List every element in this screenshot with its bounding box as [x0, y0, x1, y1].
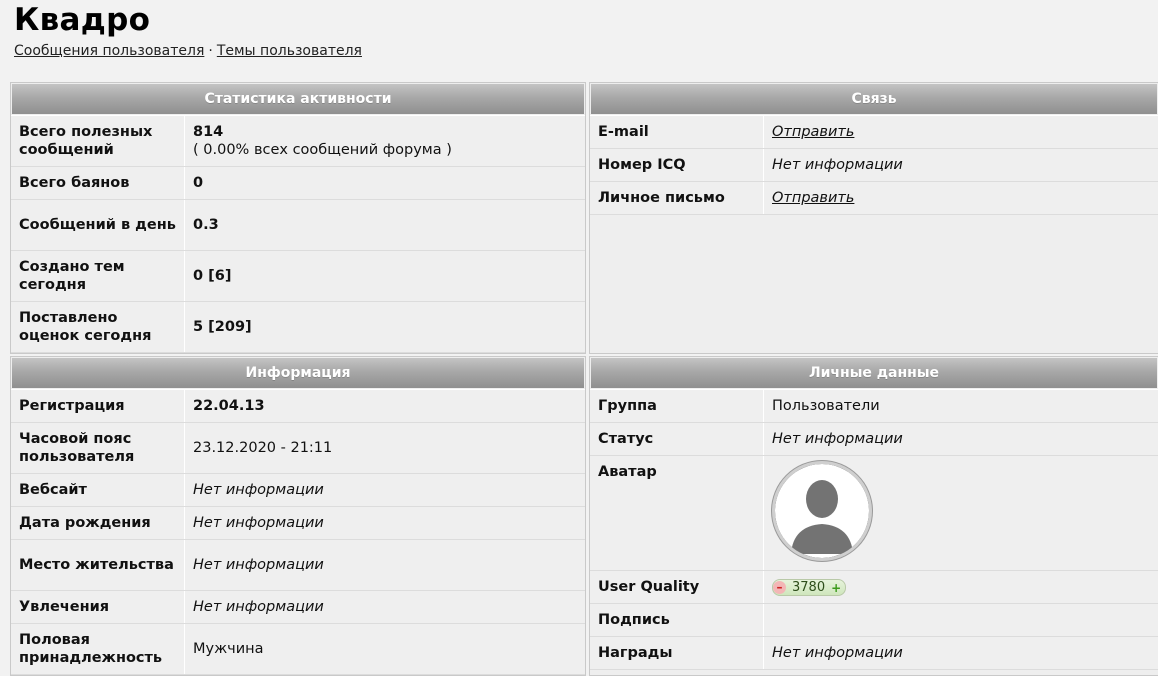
- personal-label: Аватар: [590, 456, 764, 571]
- table-row: Поставлено оценок сегодня 5 [209]: [11, 302, 585, 353]
- contact-label: Личное письмо: [590, 182, 764, 215]
- info-value: Нет информации: [185, 591, 586, 624]
- table-row: Подпись: [590, 604, 1158, 637]
- table-row: Всего полезных сообщений 814 ( 0.00% все…: [11, 116, 585, 167]
- stat-label: Всего баянов: [11, 167, 185, 200]
- nav-separator: ·: [208, 43, 212, 59]
- profile-nav: Сообщения пользователя· Темы пользователя: [14, 43, 362, 59]
- stat-value: 0.3: [185, 200, 586, 251]
- private-message-link[interactable]: Отправить: [772, 190, 854, 206]
- table-row: Часовой пояс пользователя 23.12.2020 - 2…: [11, 423, 585, 474]
- stat-value: 814 ( 0.00% всех сообщений форума ): [185, 116, 586, 167]
- info-value: 22.04.13: [185, 390, 586, 423]
- info-value: Мужчина: [185, 624, 586, 675]
- table-row: Группа Пользователи: [590, 390, 1158, 423]
- table-row: Номер ICQ Нет информации: [590, 149, 1158, 182]
- contact-header: Связь: [591, 84, 1157, 114]
- user-quality-value: 3780: [792, 579, 825, 597]
- contact-label: Номер ICQ: [590, 149, 764, 182]
- personal-value: Нет информации: [764, 637, 1158, 670]
- stat-value: 5 [209]: [185, 302, 586, 353]
- table-row: Статус Нет информации: [590, 423, 1158, 456]
- info-label: Половая принадлежность: [11, 624, 185, 675]
- table-row: Половая принадлежность Мужчина: [11, 624, 585, 675]
- contact-table: E-mail Отправить Номер ICQ Нет информаци…: [590, 115, 1158, 215]
- quality-minus-button[interactable]: –: [773, 581, 786, 594]
- info-label: Место жительства: [11, 540, 185, 591]
- info-label: Часовой пояс пользователя: [11, 423, 185, 474]
- stat-label: Всего полезных сообщений: [11, 116, 185, 167]
- table-row: Создано тем сегодня 0 [6]: [11, 251, 585, 302]
- info-label: Дата рождения: [11, 507, 185, 540]
- personal-value: – 3780 +: [764, 571, 1158, 604]
- table-row: Всего баянов 0: [11, 167, 585, 200]
- info-label: Увлечения: [11, 591, 185, 624]
- table-row: Регистрация 22.04.13: [11, 390, 585, 423]
- user-silhouette-icon: [775, 464, 869, 558]
- personal-label: Группа: [590, 390, 764, 423]
- info-header: Информация: [12, 358, 584, 388]
- contact-value: Отправить: [764, 182, 1158, 215]
- activity-table: Всего полезных сообщений 814 ( 0.00% все…: [11, 115, 585, 353]
- activity-panel: Статистика активности Всего полезных соо…: [10, 82, 586, 354]
- user-quality-widget: – 3780 +: [772, 579, 846, 596]
- info-table: Регистрация 22.04.13 Часовой пояс пользо…: [11, 389, 585, 675]
- stat-label: Сообщений в день: [11, 200, 185, 251]
- table-row: Дата рождения Нет информации: [11, 507, 585, 540]
- signature-value: [764, 604, 1158, 637]
- user-topics-link[interactable]: Темы пользователя: [217, 43, 362, 59]
- contact-label: E-mail: [590, 116, 764, 149]
- stat-label: Поставлено оценок сегодня: [11, 302, 185, 353]
- contact-value: Отправить: [764, 116, 1158, 149]
- stat-value: 0: [185, 167, 586, 200]
- contact-value: Нет информации: [764, 149, 1158, 182]
- contact-panel: Связь E-mail Отправить Номер ICQ Нет инф…: [589, 82, 1158, 354]
- table-row: User Quality – 3780 +: [590, 571, 1158, 604]
- table-row: Награды Нет информации: [590, 637, 1158, 670]
- info-label: Вебсайт: [11, 474, 185, 507]
- table-row: Увлечения Нет информации: [11, 591, 585, 624]
- personal-label: Подпись: [590, 604, 764, 637]
- table-row: Место жительства Нет информации: [11, 540, 585, 591]
- personal-table: Группа Пользователи Статус Нет информаци…: [590, 389, 1158, 670]
- table-row: Личное письмо Отправить: [590, 182, 1158, 215]
- personal-label: User Quality: [590, 571, 764, 604]
- user-posts-link[interactable]: Сообщения пользователя: [14, 43, 204, 59]
- avatar-cell: [764, 456, 1158, 571]
- avatar: [772, 461, 872, 561]
- useful-posts-share: ( 0.00% всех сообщений форума ): [193, 141, 577, 159]
- personal-label: Статус: [590, 423, 764, 456]
- stat-value: 0 [6]: [185, 251, 586, 302]
- quality-plus-button[interactable]: +: [831, 579, 841, 597]
- personal-label: Награды: [590, 637, 764, 670]
- table-row: Сообщений в день 0.3: [11, 200, 585, 251]
- info-label: Регистрация: [11, 390, 185, 423]
- info-panel: Информация Регистрация 22.04.13 Часовой …: [10, 356, 586, 676]
- info-value: 23.12.2020 - 21:11: [185, 423, 586, 474]
- personal-value: Нет информации: [764, 423, 1158, 456]
- personal-panel: Личные данные Группа Пользователи Статус…: [589, 356, 1158, 676]
- table-row: E-mail Отправить: [590, 116, 1158, 149]
- activity-header: Статистика активности: [12, 84, 584, 114]
- personal-value: Пользователи: [764, 390, 1158, 423]
- table-row: Вебсайт Нет информации: [11, 474, 585, 507]
- personal-header: Личные данные: [591, 358, 1157, 388]
- info-value: Нет информации: [185, 474, 586, 507]
- email-send-link[interactable]: Отправить: [772, 124, 854, 140]
- info-value: Нет информации: [185, 507, 586, 540]
- stat-label: Создано тем сегодня: [11, 251, 185, 302]
- useful-posts-value: 814: [193, 123, 577, 141]
- info-value: Нет информации: [185, 540, 586, 591]
- page-title: Квадро: [14, 2, 150, 38]
- table-row: Аватар: [590, 456, 1158, 571]
